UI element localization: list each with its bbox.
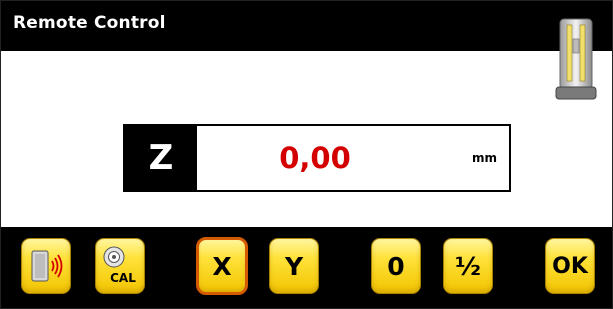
axis-label: Z (125, 126, 197, 190)
remote-control-window: Remote Control Z 0,00 mm CAL X Y 0 ½ OK (0, 0, 613, 309)
remote-transmit-button[interactable] (21, 238, 71, 294)
half-label: ½ (455, 251, 481, 281)
cal-label: CAL (110, 271, 136, 285)
position-display: Z 0,00 mm (123, 124, 511, 192)
position-value: 0,00 (279, 141, 351, 175)
calibrate-button[interactable]: CAL (95, 238, 145, 294)
height-gauge-device-icon (554, 17, 598, 103)
y-axis-label: Y (284, 251, 304, 281)
zero-label: 0 (387, 251, 405, 281)
ok-button[interactable]: OK (545, 238, 595, 294)
title-bar: Remote Control (1, 1, 612, 51)
x-axis-button[interactable]: X (196, 237, 248, 295)
ok-label: OK (552, 253, 588, 279)
y-axis-button[interactable]: Y (269, 238, 319, 294)
half-button[interactable]: ½ (443, 238, 493, 294)
zero-button[interactable]: 0 (371, 238, 421, 294)
x-axis-label: X (212, 251, 232, 281)
bottom-toolbar: CAL X Y 0 ½ OK (1, 227, 612, 308)
window-title: Remote Control (13, 13, 166, 33)
wireless-remote-icon (31, 250, 63, 282)
calibration-target-icon: CAL (103, 246, 136, 285)
unit-label: mm (471, 151, 497, 165)
